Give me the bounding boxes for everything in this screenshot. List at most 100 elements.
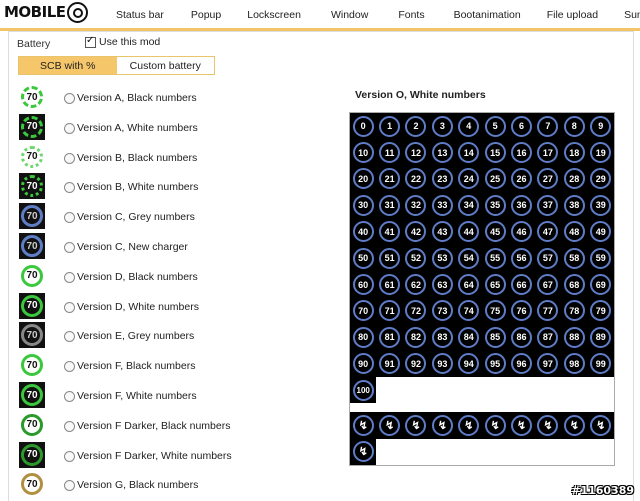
tab-bootanimation[interactable]: Bootanimation bbox=[454, 9, 521, 21]
charge-row: ↯ bbox=[350, 438, 614, 466]
preview-row: 70 71 72 73 74 75 76 77 78 79 bbox=[350, 297, 614, 325]
battery-level-number: 33 bbox=[431, 194, 453, 216]
tab-summary[interactable]: Summary bbox=[624, 9, 640, 21]
version-option[interactable]: 70 Version A, White numbers bbox=[17, 113, 337, 142]
preview-cell: 34 bbox=[455, 192, 482, 219]
battery-level-number: 47 bbox=[537, 221, 559, 243]
use-mod-checkbox[interactable] bbox=[85, 35, 96, 48]
battery-level-number: 29 bbox=[590, 168, 612, 190]
battery-level-number: 36 bbox=[511, 194, 533, 216]
battery-level-number: 74 bbox=[458, 300, 480, 322]
preview-cell: 63 bbox=[429, 271, 456, 298]
preview-cell: 73 bbox=[429, 297, 456, 325]
charging-bolt-icon: ↯ bbox=[563, 414, 585, 436]
charging-bolt-icon: ↯ bbox=[590, 414, 612, 436]
preview-cell: 80 bbox=[350, 324, 377, 351]
version-radio[interactable] bbox=[64, 391, 75, 402]
version-option[interactable]: 70 Version G, Black numbers bbox=[17, 471, 337, 499]
version-option[interactable]: 70 Version B, Black numbers bbox=[17, 144, 337, 172]
preview-cell: 36 bbox=[508, 192, 535, 219]
tab-fonts[interactable]: Fonts bbox=[398, 9, 424, 21]
battery-level-number: 14 bbox=[458, 142, 480, 164]
tab-popup[interactable]: Popup bbox=[191, 9, 221, 21]
tab-file-upload[interactable]: File upload bbox=[547, 9, 598, 21]
version-radio[interactable] bbox=[64, 93, 75, 104]
version-option[interactable]: 70 Version F, White numbers bbox=[17, 382, 337, 410]
version-option[interactable]: 70 Version D, Black numbers bbox=[17, 263, 337, 291]
charging-bolt-icon: ↯ bbox=[511, 414, 533, 436]
battery-b-black-icon: 70 bbox=[19, 144, 45, 170]
version-option[interactable]: 70 Version B, White numbers bbox=[17, 173, 337, 201]
version-radio[interactable] bbox=[64, 480, 75, 492]
version-radio[interactable] bbox=[64, 122, 75, 134]
preview-cell: 43 bbox=[429, 218, 456, 245]
battery-f-black-icon: 70 bbox=[19, 352, 45, 378]
battery-level-number: 95 bbox=[484, 353, 506, 375]
version-option[interactable]: 70 Version E, Grey numbers bbox=[17, 322, 337, 350]
preview-cell: 86 bbox=[508, 324, 535, 351]
preview-cell: 92 bbox=[402, 350, 430, 377]
version-radio[interactable] bbox=[64, 331, 75, 343]
subtab-scb-with-percent[interactable]: SCB with % bbox=[19, 57, 117, 74]
preview-cell: 79 bbox=[587, 297, 614, 325]
preview-cell: 14 bbox=[455, 139, 482, 166]
battery-level-number: 85 bbox=[484, 326, 506, 348]
version-radio[interactable] bbox=[64, 242, 75, 253]
battery-b-white-icon: 70 bbox=[19, 173, 45, 200]
charge-cell: ↯ bbox=[534, 412, 562, 439]
battery-c-grey-icon: 70 bbox=[19, 203, 45, 230]
version-radio[interactable] bbox=[64, 420, 75, 432]
tab-window[interactable]: Window bbox=[331, 9, 368, 21]
battery-level-number: 93 bbox=[431, 353, 453, 375]
battery-level-number: 2 bbox=[405, 115, 427, 137]
battery-level-number: 13 bbox=[431, 142, 453, 164]
preview-cell: 89 bbox=[587, 324, 614, 351]
preview-cell: 33 bbox=[429, 192, 456, 219]
version-radio[interactable] bbox=[64, 301, 75, 313]
version-option[interactable]: 70 Version D, White numbers bbox=[17, 292, 337, 321]
preview-cell: 6 bbox=[508, 113, 535, 140]
version-radio[interactable] bbox=[64, 361, 75, 373]
version-label: Version F Darker, Black numbers bbox=[77, 419, 231, 432]
battery-level-number: 76 bbox=[511, 300, 533, 322]
battery-level-number: 41 bbox=[379, 221, 401, 243]
battery-level-number: 27 bbox=[537, 168, 559, 190]
version-option[interactable]: 70 Version C, Grey numbers bbox=[17, 203, 337, 231]
version-option[interactable]: 70 Version F Darker, Black numbers bbox=[17, 412, 337, 440]
subtab-custom-battery[interactable]: Custom battery bbox=[117, 57, 215, 74]
battery-level-number: 83 bbox=[431, 326, 453, 348]
use-mod-toggle[interactable]: Use this mod bbox=[85, 35, 160, 48]
preview-cell: 12 bbox=[402, 139, 430, 166]
preview-cell: 95 bbox=[481, 350, 509, 377]
version-radio[interactable] bbox=[64, 182, 75, 194]
charging-bolt-icon: ↯ bbox=[484, 414, 506, 436]
version-radio[interactable] bbox=[64, 212, 75, 224]
battery-level-number: 79 bbox=[590, 300, 612, 322]
version-option[interactable]: 70 Version F, Black numbers bbox=[17, 352, 337, 380]
preview-cell: 28 bbox=[561, 165, 588, 193]
version-option[interactable]: 70 Version C, New charger bbox=[17, 233, 337, 261]
battery-level-number: 70 bbox=[352, 300, 374, 322]
battery-level-number: 3 bbox=[431, 115, 453, 137]
battery-f-white-icon: 70 bbox=[19, 382, 45, 408]
charging-bolt-icon: ↯ bbox=[405, 414, 427, 436]
preview-cell: 13 bbox=[429, 139, 456, 166]
battery-level-number: 40 bbox=[352, 221, 374, 243]
battery-level-number: 38 bbox=[563, 194, 585, 216]
version-radio[interactable] bbox=[64, 271, 75, 283]
tab-status-bar[interactable]: Status bar bbox=[116, 9, 164, 21]
battery-level-number: 22 bbox=[405, 168, 427, 190]
battery-d-black-icon: 70 bbox=[19, 263, 45, 289]
tab-bar: Status bar Popup Lockscreen Window Fonts… bbox=[116, 9, 640, 21]
preview-cell: 3 bbox=[429, 113, 456, 140]
version-option[interactable]: 70 Version A, Black numbers bbox=[17, 84, 337, 112]
version-option[interactable]: 70 Version F Darker, White numbers bbox=[17, 441, 337, 470]
battery-level-number: 20 bbox=[352, 168, 374, 190]
preview-grid: 0 1 2 3 4 5 6 7 8 9 10 11 12 13 14 15 16 17 18 19 20 21 22 23 24… bbox=[349, 112, 615, 467]
version-radio[interactable] bbox=[64, 152, 75, 164]
preview-cell: 37 bbox=[534, 192, 562, 219]
version-radio[interactable] bbox=[64, 450, 75, 462]
battery-percent-label: 70 bbox=[21, 264, 43, 287]
tab-lockscreen[interactable]: Lockscreen bbox=[247, 9, 301, 21]
preview-cell: 42 bbox=[402, 218, 430, 245]
